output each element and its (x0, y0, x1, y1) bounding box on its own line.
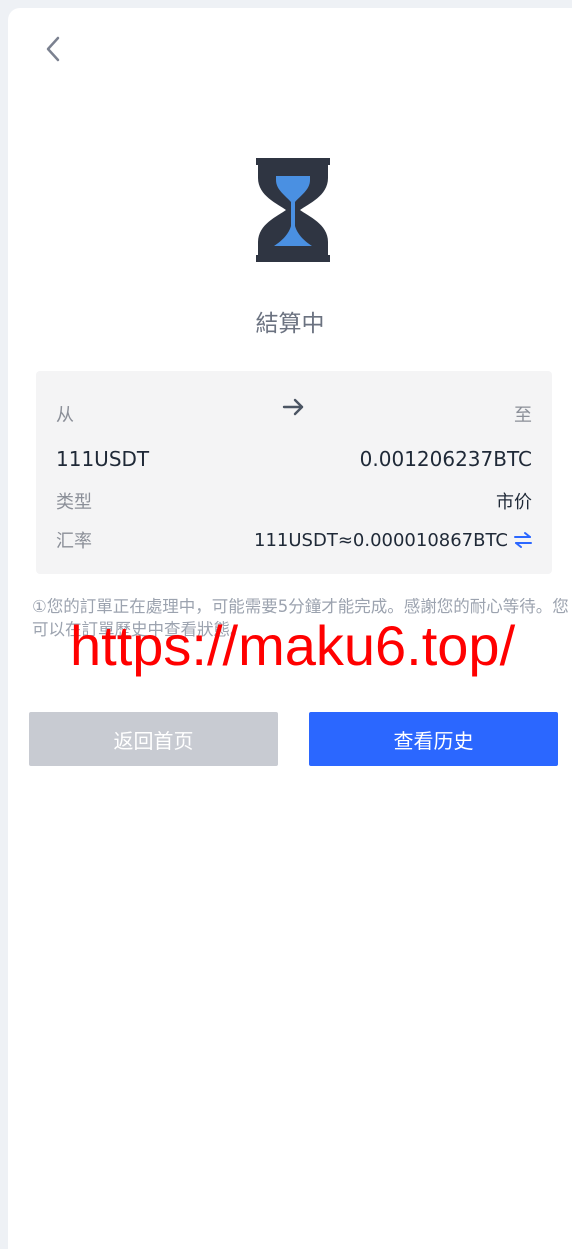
watermark-url: https://maku6.top/ (70, 614, 516, 677)
rate-label: 汇率 (56, 531, 92, 552)
view-history-button[interactable]: 查看历史 (309, 712, 558, 766)
to-label: 至 (514, 405, 532, 426)
from-label: 从 (56, 405, 74, 426)
page: 結算中 从 至 111USDT 0.001206237BTC 类型 市价 汇率 … (8, 8, 572, 1249)
from-amount: 111USDT (56, 447, 150, 471)
swap-icon[interactable] (514, 531, 532, 549)
type-value: 市价 (496, 492, 532, 513)
chevron-left-icon (46, 36, 60, 62)
status-text: 結算中 (255, 311, 325, 337)
back-button[interactable] (36, 32, 70, 66)
rate-value: 111USDT≈0.000010867BTC (254, 529, 508, 551)
rate-group: 111USDT≈0.000010867BTC (254, 530, 532, 551)
rate-row: 汇率 111USDT≈0.000010867BTC (56, 527, 532, 553)
type-row: 类型 市价 (56, 488, 532, 514)
home-button[interactable]: 返回首页 (29, 712, 278, 766)
type-label: 类型 (56, 492, 92, 513)
amount-row: 111USDT 0.001206237BTC (56, 447, 532, 471)
hourglass-icon (256, 158, 330, 262)
arrow-right-icon (282, 398, 304, 416)
order-summary-card: 从 至 111USDT 0.001206237BTC 类型 市价 汇率 111U… (36, 371, 552, 574)
to-amount: 0.001206237BTC (359, 447, 532, 471)
